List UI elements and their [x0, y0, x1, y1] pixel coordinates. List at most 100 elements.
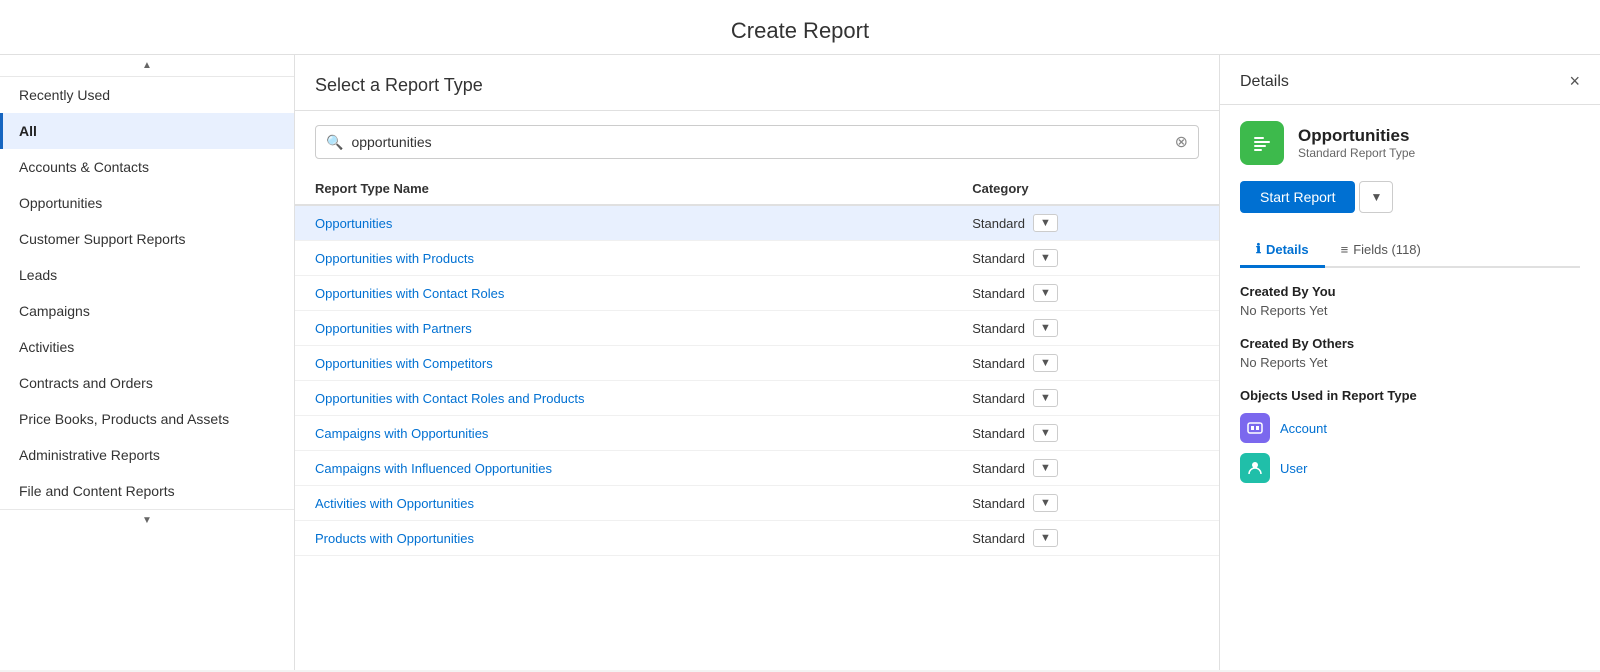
sidebar-item-leads[interactable]: Leads [0, 257, 294, 293]
details-tab-fields[interactable]: ≡ Fields (118) [1325, 233, 1437, 268]
details-close-button[interactable]: × [1569, 71, 1580, 92]
search-icon: 🔍 [326, 134, 343, 151]
row-dropdown-button[interactable]: ▼ [1033, 424, 1058, 442]
report-type-name-link[interactable]: Products with Opportunities [315, 531, 474, 546]
search-input[interactable] [351, 134, 1174, 150]
sidebar-item-contracts-orders[interactable]: Contracts and Orders [0, 365, 294, 401]
start-report-dropdown-button[interactable]: ▼ [1359, 181, 1393, 213]
report-category-cell: Standard▼ [952, 451, 1219, 486]
report-category-cell: Standard▼ [952, 346, 1219, 381]
category-label: Standard [972, 321, 1025, 336]
table-row[interactable]: Activities with Opportunities Standard▼ [295, 486, 1219, 521]
objects-section-title: Objects Used in Report Type [1240, 388, 1580, 403]
row-dropdown-button[interactable]: ▼ [1033, 249, 1058, 267]
report-type-name-link[interactable]: Campaigns with Influenced Opportunities [315, 461, 552, 476]
table-row[interactable]: Opportunities with Contact Roles and Pro… [295, 381, 1219, 416]
report-category-cell: Standard▼ [952, 486, 1219, 521]
row-dropdown-button[interactable]: ▼ [1033, 459, 1058, 477]
category-label: Standard [972, 426, 1025, 441]
fields-tab-label: Fields (118) [1353, 242, 1421, 257]
start-report-button[interactable]: Start Report [1240, 181, 1355, 213]
fields-tab-icon: ≡ [1341, 242, 1349, 257]
details-tab-label: Details [1266, 242, 1309, 257]
details-tab-icon: ℹ [1256, 241, 1261, 257]
object-icon-account [1240, 413, 1270, 443]
sidebar-item-accounts-contacts[interactable]: Accounts & Contacts [0, 149, 294, 185]
section-title: Created By You [1240, 284, 1580, 299]
sidebar-item-administrative[interactable]: Administrative Reports [0, 437, 294, 473]
table-row[interactable]: Opportunities Standard ▼ [295, 205, 1219, 241]
search-clear-icon[interactable]: ⊗ [1175, 132, 1188, 152]
sidebar-item-all[interactable]: All [0, 113, 294, 149]
report-type-name-link[interactable]: Opportunities with Contact Roles [315, 286, 504, 301]
object-icon-user [1240, 453, 1270, 483]
sidebar-scroll-up[interactable]: ▲ [0, 55, 294, 77]
sidebar-item-activities[interactable]: Activities [0, 329, 294, 365]
row-dropdown-button[interactable]: ▼ [1033, 354, 1058, 372]
details-section-created-by-you: Created By You No Reports Yet [1240, 284, 1580, 318]
details-panel: Details × Opportunities Standard Report … [1220, 55, 1600, 670]
report-type-subtitle: Standard Report Type [1298, 146, 1415, 160]
report-category-cell: Standard ▼ [952, 521, 1219, 556]
table-row[interactable]: Opportunities with Partners Standard ▼ [295, 311, 1219, 346]
report-type-name-link[interactable]: Opportunities with Products [315, 251, 474, 266]
object-item-account: Account [1240, 413, 1580, 443]
sidebar-item-opportunities[interactable]: Opportunities [0, 185, 294, 221]
sidebar-item-campaigns[interactable]: Campaigns [0, 293, 294, 329]
report-type-name-link[interactable]: Opportunities with Contact Roles and Pro… [315, 391, 585, 406]
row-dropdown-button[interactable]: ▼ [1033, 319, 1058, 337]
report-type-name-link[interactable]: Opportunities [315, 216, 392, 231]
sidebar-item-file-content[interactable]: File and Content Reports [0, 473, 294, 509]
row-dropdown-button[interactable]: ▼ [1033, 284, 1058, 302]
report-type-header: Opportunities Standard Report Type [1240, 121, 1580, 165]
search-bar: 🔍 ⊗ [315, 125, 1199, 159]
report-type-name-link[interactable]: Opportunities with Competitors [315, 356, 493, 371]
sidebar: ▲ Recently UsedAllAccounts & ContactsOpp… [0, 55, 295, 670]
row-dropdown-button[interactable]: ▼ [1033, 494, 1058, 512]
center-header: Select a Report Type [295, 55, 1219, 111]
category-label: Standard [972, 531, 1025, 546]
table-row[interactable]: Campaigns with Opportunities Standard ▼ [295, 416, 1219, 451]
section-value: No Reports Yet [1240, 355, 1580, 370]
report-category-cell: Standard ▼ [952, 381, 1219, 416]
table-row[interactable]: Campaigns with Influenced Opportunities S… [295, 451, 1219, 486]
details-header-label: Details [1240, 73, 1289, 91]
object-link-account[interactable]: Account [1280, 421, 1327, 436]
category-label: Standard [972, 251, 1025, 266]
table-row[interactable]: Opportunities with Competitors Standard▼ [295, 346, 1219, 381]
table-row[interactable]: Products with Opportunities Standard ▼ [295, 521, 1219, 556]
report-type-name-link[interactable]: Activities with Opportunities [315, 496, 474, 511]
details-section-created-by-others: Created By Others No Reports Yet [1240, 336, 1580, 370]
sidebar-item-customer-support[interactable]: Customer Support Reports [0, 221, 294, 257]
section-value: No Reports Yet [1240, 303, 1580, 318]
action-buttons: Start Report ▼ [1240, 181, 1580, 213]
sidebar-item-price-books[interactable]: Price Books, Products and Assets [0, 401, 294, 437]
sidebar-nav: Recently UsedAllAccounts & ContactsOppor… [0, 77, 294, 509]
category-label: Standard [972, 286, 1025, 301]
center-panel: Select a Report Type 🔍 ⊗ Report Type Nam… [295, 55, 1220, 670]
table-row[interactable]: Opportunities with Contact Roles Standard… [295, 276, 1219, 311]
row-dropdown-button[interactable]: ▼ [1033, 529, 1058, 547]
table-row[interactable]: Opportunities with Products Standard ▼ [295, 241, 1219, 276]
row-dropdown-button[interactable]: ▼ [1033, 214, 1058, 232]
sidebar-item-recently-used[interactable]: Recently Used [0, 77, 294, 113]
report-category-cell: Standard ▼ [952, 416, 1219, 451]
section-title: Created By Others [1240, 336, 1580, 351]
details-tabs: ℹ Details ≡ Fields (118) [1240, 233, 1580, 268]
sidebar-scroll-down[interactable]: ▼ [0, 509, 294, 531]
object-item-user: User [1240, 453, 1580, 483]
report-type-name-link[interactable]: Opportunities with Partners [315, 321, 472, 336]
object-link-user[interactable]: User [1280, 461, 1307, 476]
row-dropdown-button[interactable]: ▼ [1033, 389, 1058, 407]
report-category-cell: Standard ▼ [952, 311, 1219, 346]
objects-list: Account User [1240, 413, 1580, 483]
category-label: Standard [972, 391, 1025, 406]
report-type-table: Report Type Name Category OpportunitiesS… [295, 173, 1219, 556]
col-report-type-name: Report Type Name [295, 173, 952, 205]
report-category-cell: Standard ▼ [952, 205, 1219, 241]
main-layout: ▲ Recently UsedAllAccounts & ContactsOpp… [0, 55, 1600, 670]
details-tab-details[interactable]: ℹ Details [1240, 233, 1325, 268]
objects-section: Objects Used in Report Type Account User [1240, 388, 1580, 483]
report-type-name-link[interactable]: Campaigns with Opportunities [315, 426, 488, 441]
category-label: Standard [972, 216, 1025, 231]
